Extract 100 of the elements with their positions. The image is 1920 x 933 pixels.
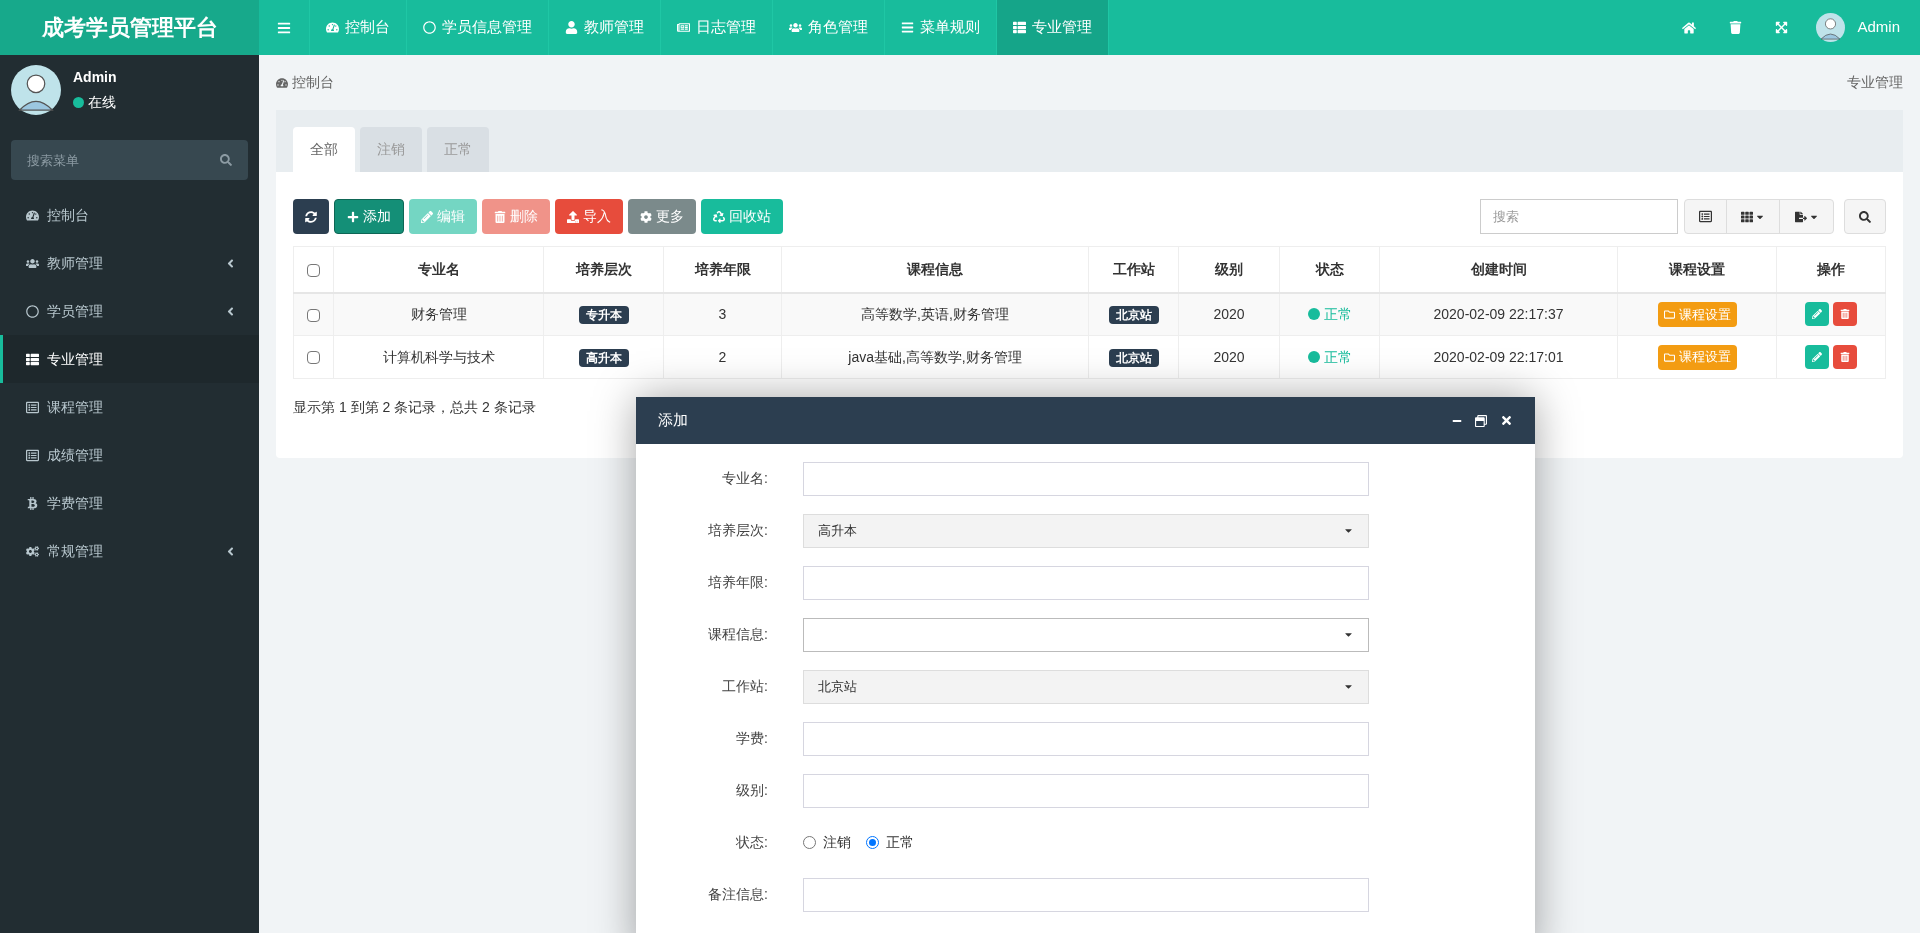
sidebar-item[interactable]: 学费管理: [0, 479, 259, 527]
status-text: 正常: [1323, 304, 1352, 324]
field-label: 备注信息:: [707, 885, 768, 904]
nav-tab[interactable]: 日志管理: [661, 0, 773, 55]
menu-icon: [277, 20, 291, 35]
table-cell: 2020: [1178, 335, 1280, 379]
select-all-checkbox[interactable]: [307, 263, 320, 277]
list-icon: [26, 352, 39, 366]
dashboard-icon: [276, 76, 288, 89]
edit-button[interactable]: [1805, 345, 1829, 369]
delete-button[interactable]: [1833, 302, 1857, 327]
trash-icon: [1728, 21, 1742, 34]
user-name[interactable]: Admin: [1857, 16, 1900, 39]
sidebar-item[interactable]: 控制台: [0, 191, 259, 239]
column-header: 培养年限: [663, 246, 782, 293]
fullscreen-icon: [1774, 21, 1788, 34]
trash-icon: [1840, 309, 1850, 320]
column-header: 状态: [1279, 246, 1380, 293]
close-button[interactable]: [1500, 414, 1513, 427]
toolbar-button[interactable]: 添加: [334, 199, 404, 234]
column-header: 工作站: [1088, 246, 1179, 293]
field-label: 培养层次:: [707, 521, 768, 540]
course-settings-button[interactable]: 课程设置: [1657, 301, 1737, 327]
search-field[interactable]: 搜索: [1480, 199, 1678, 234]
input-field[interactable]: [803, 461, 1369, 496]
gear-icon: [640, 210, 652, 223]
dashboard-icon: [26, 208, 39, 222]
table-cell: 3: [663, 292, 782, 336]
toolbar-button[interactable]: [293, 199, 329, 234]
nav-tab[interactable]: 角色管理: [773, 0, 885, 55]
grid-icon: [1741, 210, 1753, 223]
restore-button[interactable]: [1475, 414, 1487, 427]
column-header: 培养层次: [543, 246, 664, 293]
sidebar-item[interactable]: 课程管理: [0, 383, 259, 431]
input-field[interactable]: [803, 877, 1369, 912]
plus-icon: [347, 210, 359, 223]
field-label: 课程信息:: [707, 625, 768, 644]
status-text: 在线: [88, 93, 116, 112]
breadcrumb-link[interactable]: 控制台: [292, 72, 334, 93]
input-field[interactable]: [803, 721, 1369, 756]
toolbar-button[interactable]: 更多: [628, 199, 696, 234]
nav-tab[interactable]: 学员信息管理: [407, 0, 549, 55]
search-button[interactable]: [1844, 199, 1886, 234]
station-tag: 北京站: [1108, 305, 1159, 324]
field-label: 学费:: [735, 729, 768, 748]
search-field[interactable]: 搜索菜单: [11, 140, 248, 180]
row-checkbox[interactable]: [307, 308, 320, 322]
table-cell: 2020-02-09 22:17:37: [1379, 292, 1618, 336]
delete-button[interactable]: [1833, 345, 1857, 369]
restore-icon: [1475, 414, 1487, 427]
nav-tab[interactable]: 教师管理: [549, 0, 661, 55]
menu-icon: [901, 21, 914, 34]
toolbar-button[interactable]: 导入: [555, 199, 623, 234]
dashboard-icon: [326, 21, 339, 34]
table-cell: 2: [663, 335, 782, 379]
pencil-icon: [421, 210, 433, 223]
table-cell: 高等数学,英语,财务管理: [781, 292, 1089, 336]
table-cell: 2020-02-09 22:17:01: [1379, 335, 1618, 379]
list-icon: [26, 400, 39, 414]
toolbar-button[interactable]: 回收站: [701, 199, 783, 234]
sidebar-item[interactable]: 常规管理: [0, 527, 259, 575]
field-label: 专业名:: [721, 469, 768, 488]
column-header: 专业名: [333, 246, 544, 293]
select-field[interactable]: [803, 617, 1369, 652]
station-tag: 北京站: [1108, 348, 1159, 367]
filter-tab[interactable]: 全部: [293, 127, 355, 172]
folder-icon: [1663, 308, 1675, 320]
sidebar-item[interactable]: 学员管理: [0, 287, 259, 335]
column-header: 课程信息: [781, 246, 1089, 293]
refresh-icon: [305, 210, 317, 223]
select-value: 高升本: [818, 521, 857, 540]
course-settings-button[interactable]: 课程设置: [1657, 344, 1737, 370]
list-icon: [1013, 21, 1026, 34]
input-field[interactable]: [803, 773, 1369, 808]
level-tag: 专升本: [578, 305, 629, 324]
bitcoin-icon: [26, 496, 39, 510]
column-header: 课程设置: [1617, 246, 1777, 293]
newspaper-icon: [677, 21, 690, 34]
nav-tab[interactable]: 专业管理: [997, 0, 1109, 55]
trash-icon: [494, 210, 506, 223]
radio-option[interactable]: 注销: [803, 832, 851, 853]
sidebar-item[interactable]: 成绩管理: [0, 431, 259, 479]
level-tag: 高升本: [578, 348, 629, 367]
app-title: 成考学员管理平台: [0, 0, 259, 55]
input-field[interactable]: [803, 565, 1369, 600]
radio-option[interactable]: 正常: [866, 832, 914, 853]
sidebar-item[interactable]: 专业管理: [0, 335, 259, 383]
list-icon: [26, 448, 39, 462]
user-name: Admin: [73, 68, 117, 87]
filter-tab[interactable]: 正常: [427, 127, 489, 172]
pencil-icon: [1812, 352, 1822, 362]
edit-button[interactable]: [1805, 302, 1829, 327]
sidebar-item[interactable]: 教师管理: [0, 239, 259, 287]
gears-icon: [26, 544, 39, 558]
nav-tab[interactable]: 控制台: [310, 0, 407, 55]
pagination-info: 显示第 1 到第 2 条记录，总共 2 条记录: [293, 398, 537, 417]
table-cell: 计算机科学与技术: [333, 335, 544, 379]
filter-tab[interactable]: 注销: [360, 127, 422, 172]
dialog-title: 添加: [658, 410, 688, 431]
row-checkbox[interactable]: [307, 351, 320, 365]
